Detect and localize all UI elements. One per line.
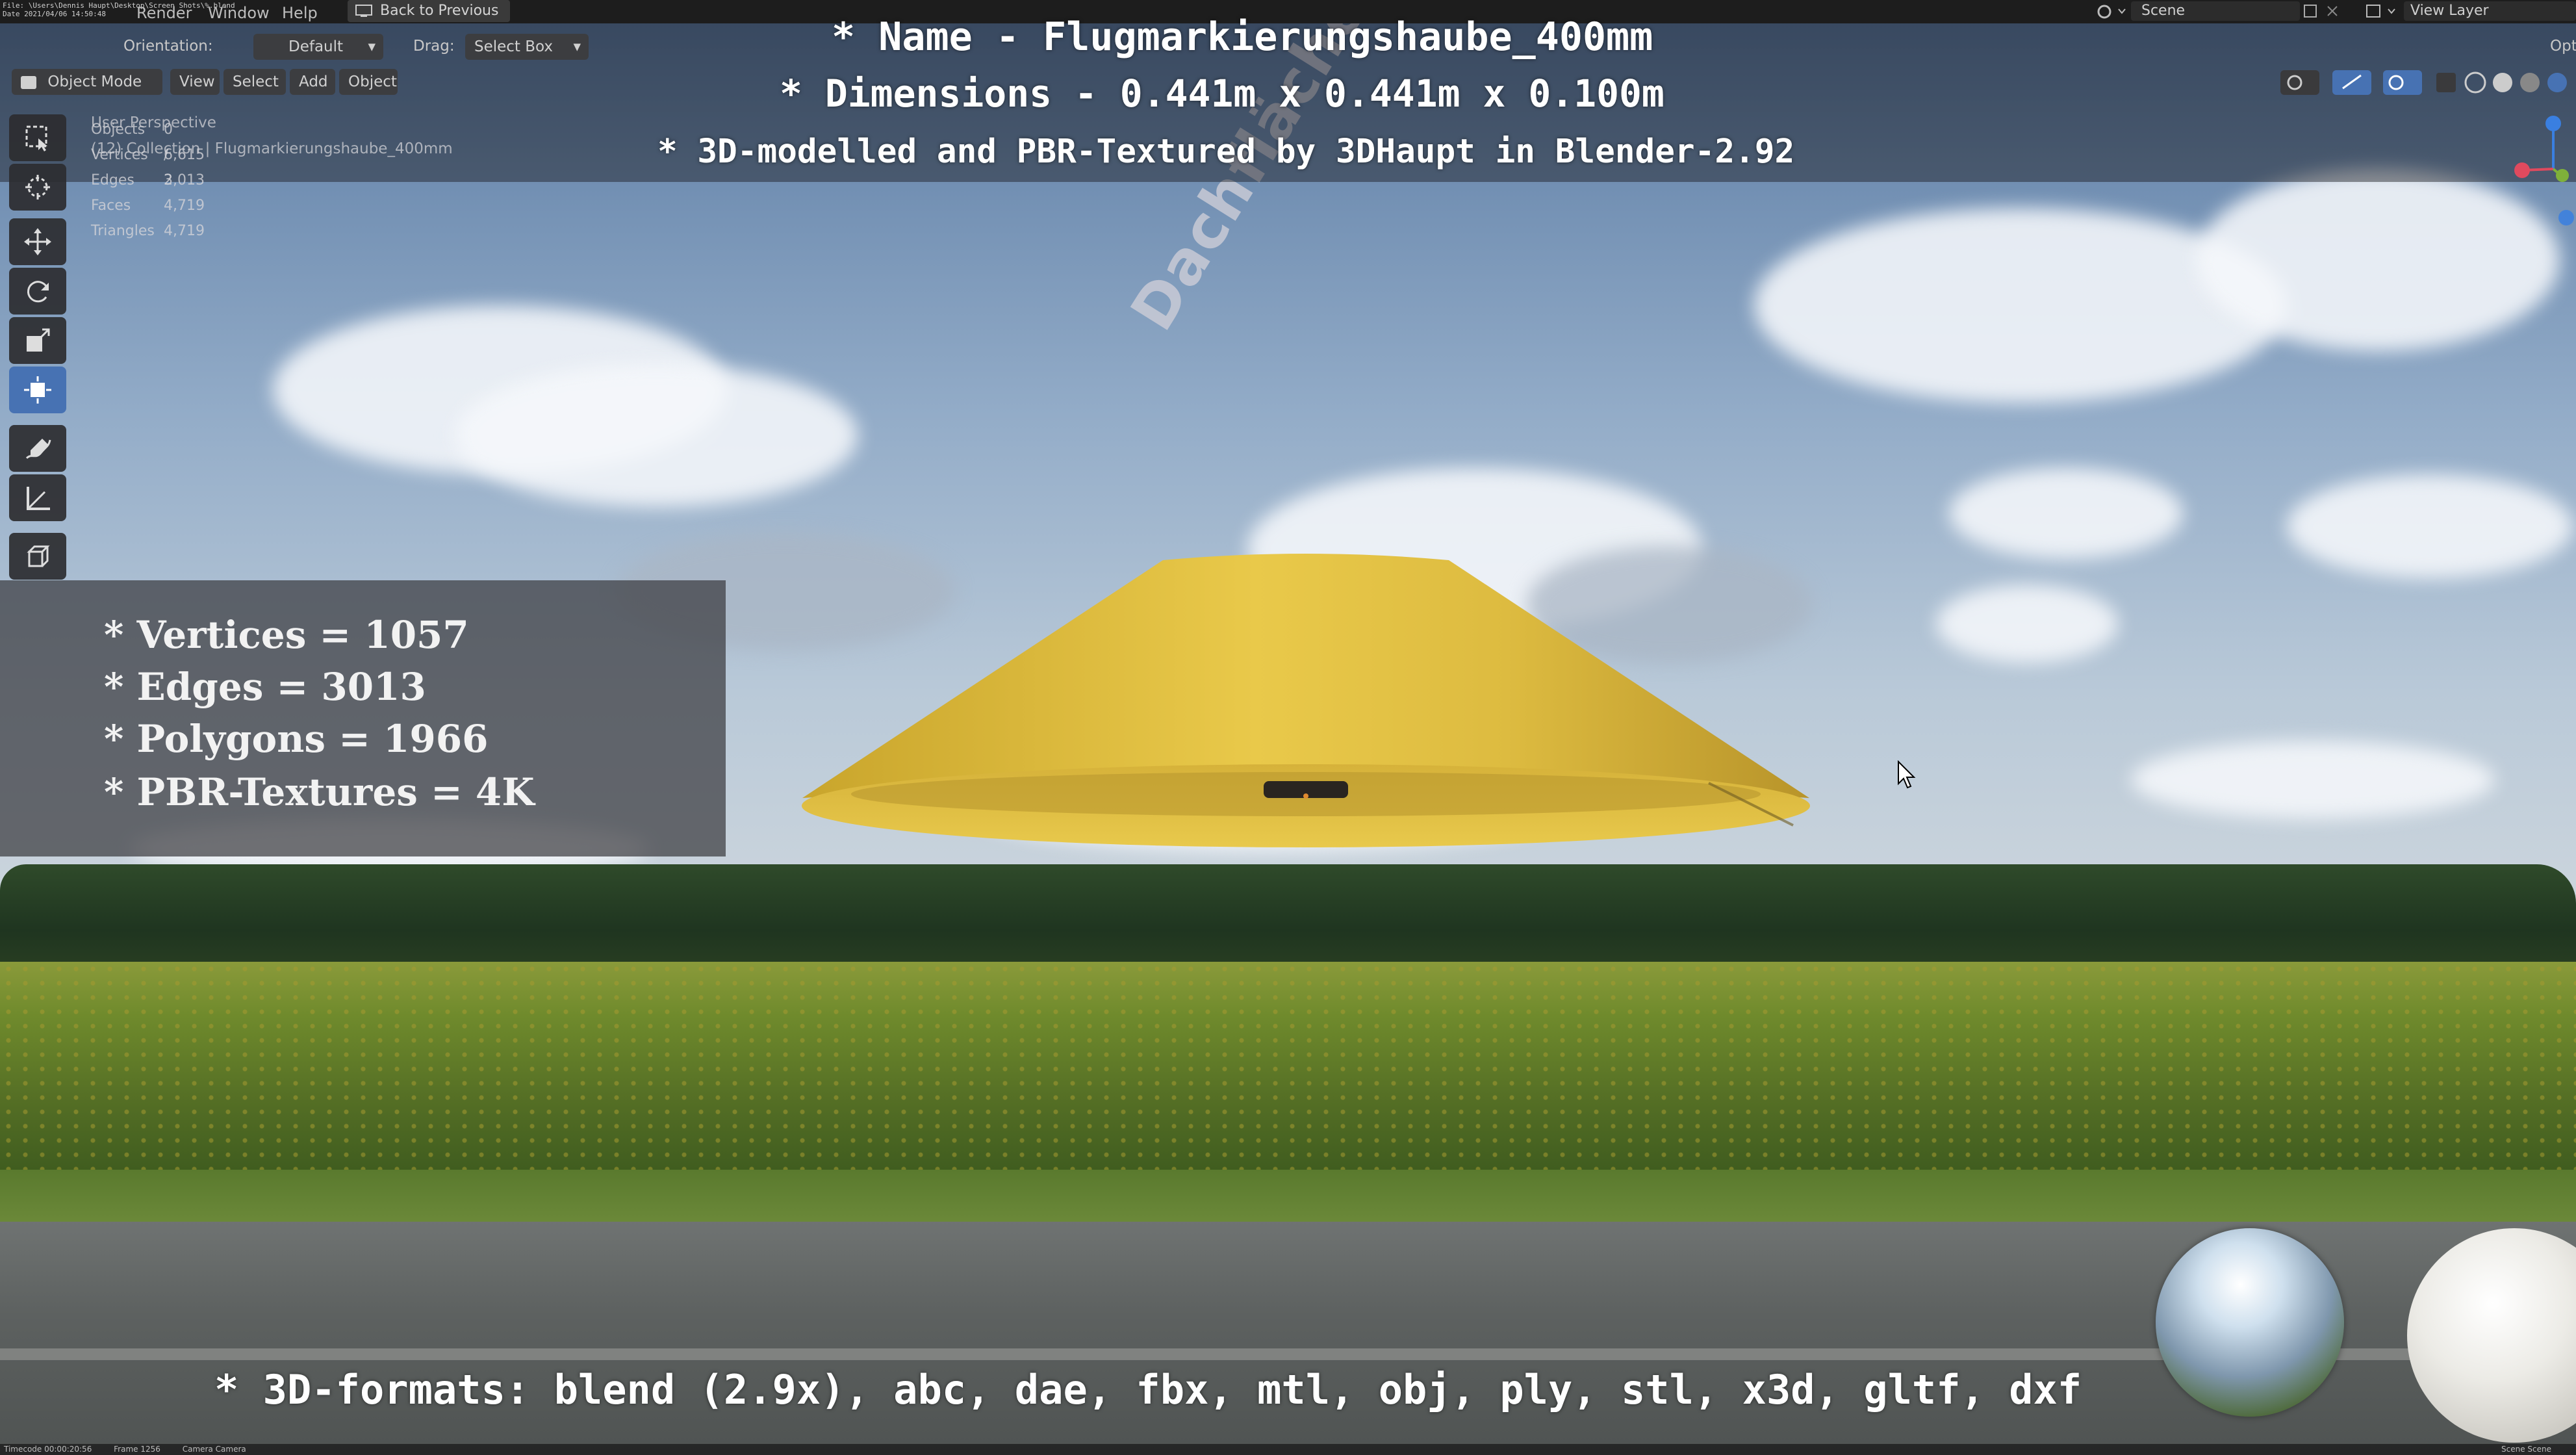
stat-row-edges: Edges 3,013 (91, 168, 205, 193)
back-button-label: Back to Previous (380, 3, 499, 19)
stat-label: Triangles (91, 223, 155, 239)
flugmarkierungshaube-model[interactable] (799, 552, 1813, 858)
measure-icon[interactable] (9, 474, 66, 521)
debug-line: File: \Users\Dennis Haupt\Desktop\Screen… (3, 1, 235, 10)
render-debug-info: File: \Users\Dennis Haupt\Desktop\Screen… (3, 1, 235, 18)
object-mode-dropdown[interactable]: Object Mode (12, 69, 162, 95)
move-icon[interactable] (9, 218, 66, 265)
cloud (2287, 474, 2573, 578)
object-menu[interactable]: Object (339, 69, 398, 95)
transform-icon[interactable] (9, 367, 66, 413)
drag-dropdown[interactable]: Select Box ▾ (465, 34, 589, 60)
product-dimensions: * Dimensions - 0.441m x 0.441m x 0.100m (780, 71, 1664, 116)
object-mode-icon (21, 75, 36, 89)
debug-line: Date 2021/04/06 14:50:48 (3, 10, 106, 18)
cursor-icon[interactable] (9, 164, 66, 211)
stat-value: 4,719 (164, 223, 205, 239)
view-layer-selector[interactable]: View Layer (2404, 1, 2576, 21)
status-camera: Camera Camera (182, 1445, 246, 1454)
scene-copy-close-icons[interactable] (2303, 4, 2342, 19)
stat-row-objects: Objects 0 / 2 (91, 117, 173, 188)
screen-icon (355, 5, 372, 17)
cloud (1949, 468, 2183, 559)
chevron-down-icon: ▾ (573, 38, 581, 55)
treeline (0, 864, 2576, 975)
drag-value: Select Box (474, 38, 554, 55)
menu-window[interactable]: Window (208, 4, 270, 22)
stat-label: Edges (91, 172, 134, 188)
status-frame: Frame 1256 (114, 1445, 160, 1454)
options-label[interactable]: Opti (2550, 38, 2576, 55)
scale-icon[interactable] (9, 317, 66, 364)
model-info-panel: * Vertices = 1057 * Edges = 3013 * Polyg… (0, 580, 726, 856)
scene-icon[interactable] (2095, 3, 2128, 21)
view-menu[interactable]: View (170, 69, 220, 95)
rotate-icon[interactable] (9, 268, 66, 315)
product-name-title: * Name - Flugmarkierungshaube_400mm (832, 14, 1653, 60)
menu-help[interactable]: Help (282, 4, 318, 22)
info-polygons: * Polygons = 1966 (104, 717, 489, 761)
drag-label: Drag: (413, 38, 455, 55)
mouse-cursor-icon (1898, 760, 1916, 789)
scene-statistics: Objects 0 / 2 Vertices 6,615 Edges 3,013 Fa… (91, 117, 205, 244)
back-to-previous-button[interactable]: Back to Previous (348, 0, 510, 22)
stat-value: 4,719 (164, 198, 205, 214)
stat-row-triangles: Triangles 4,719 (91, 218, 205, 244)
stat-row-faces: Faces 4,719 (91, 193, 205, 218)
chevron-down-icon: ▾ (368, 38, 376, 55)
status-scene: Scene Scene (2501, 1445, 2551, 1454)
viewport-shading-icons[interactable] (2280, 68, 2576, 97)
info-pbr-textures: * PBR-Textures = 4K (104, 770, 535, 814)
cloud (1936, 585, 2118, 663)
object-mode-value: Object Mode (47, 73, 142, 90)
scene-name: Scene (2141, 3, 2186, 19)
add-cube-icon[interactable] (9, 533, 66, 580)
cloud (2131, 741, 2495, 819)
navigation-gizmo[interactable] (2508, 110, 2576, 240)
stat-label: Vertices (91, 147, 148, 163)
cloud (455, 364, 858, 507)
stat-value: 3,013 (164, 172, 205, 188)
scene-selector[interactable]: Scene (2131, 1, 2300, 21)
stat-value: 6,615 (164, 147, 205, 163)
cloud (2196, 169, 2560, 351)
stat-label: Faces (91, 198, 131, 214)
menu-render[interactable]: Render (136, 4, 192, 22)
annotate-icon[interactable] (9, 425, 66, 472)
info-edges: * Edges = 3013 (104, 665, 426, 709)
product-formats: * 3D-formats: blend (2.9x), abc, dae, fb… (214, 1366, 2082, 1413)
stat-label: Objects (91, 122, 146, 138)
orientation-value: Default (288, 38, 344, 55)
status-timecode: Timecode 00:00:20:56 (4, 1445, 92, 1454)
orientation-label: Orientation: (123, 38, 213, 55)
product-credits: * 3D-modelled and PBR-Textured by 3DHaup… (657, 133, 1795, 171)
blender-window: Dachfläche: 9 File: \Users\Dennis Haupt\… (0, 0, 2576, 1455)
add-menu[interactable]: Add (290, 69, 335, 95)
orientation-dropdown[interactable]: Default ▾ (253, 34, 383, 60)
stat-row-vertices: Vertices 6,615 (91, 142, 205, 168)
grass-verge (0, 1170, 2576, 1228)
view-layer-icon[interactable] (2365, 3, 2399, 21)
info-vertices: * Vertices = 1057 (104, 613, 469, 657)
select-box-icon[interactable] (9, 114, 66, 161)
select-menu[interactable]: Select (223, 69, 286, 95)
status-bar: Timecode 00:00:20:56 Frame 1256 Camera C… (0, 1444, 2576, 1455)
hdri-preview-sphere (2156, 1228, 2344, 1417)
view-layer-name: View Layer (2410, 3, 2489, 19)
